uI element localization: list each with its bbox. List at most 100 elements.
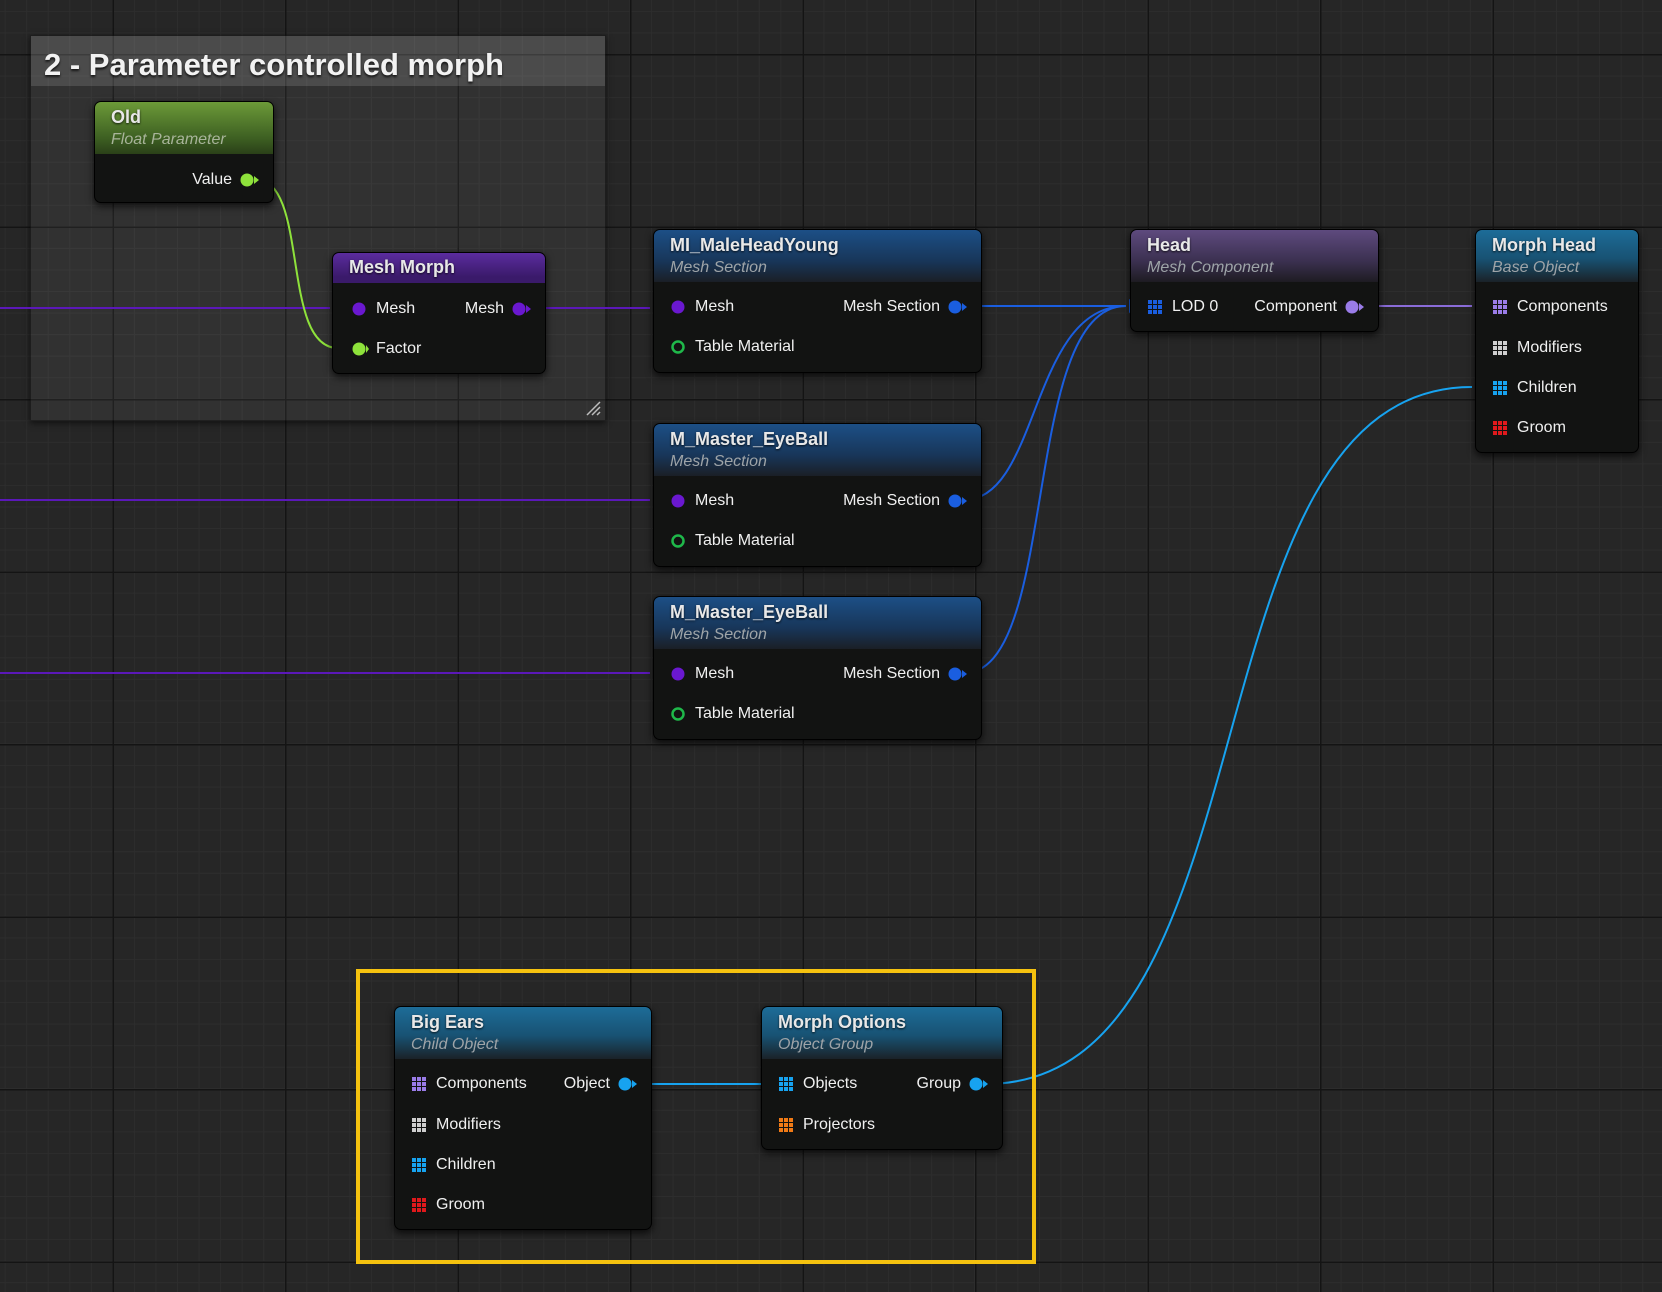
node-big-ears[interactable]: Big Ears Child Object Components Modifie…: [394, 1006, 652, 1230]
pin-components-in[interactable]: Components: [409, 1073, 527, 1095]
pin-mesh-section-out[interactable]: Mesh Section: [843, 663, 967, 685]
grid-array-pin-icon[interactable]: [776, 1118, 796, 1132]
pin-label: Mesh: [695, 298, 735, 315]
pin-mesh-section-out[interactable]: Mesh Section: [843, 296, 967, 318]
node-header: Morph Head Base Object: [1476, 230, 1638, 282]
pin-groom-in[interactable]: Groom: [1490, 417, 1566, 439]
pin-label: Mesh Section: [843, 298, 940, 315]
mesh-section-pin-icon[interactable]: [947, 667, 967, 681]
grid-array-pin-icon[interactable]: [1490, 341, 1510, 355]
pin-mesh-in[interactable]: Mesh: [668, 663, 734, 685]
wire-section-2: [963, 305, 1127, 501]
node-subtitle: Mesh Component: [1147, 259, 1274, 276]
node-title: Mesh Morph: [349, 257, 455, 277]
pin-children-in[interactable]: Children: [1490, 377, 1577, 399]
pin-label: Modifiers: [436, 1116, 501, 1133]
node-subtitle: Child Object: [411, 1036, 499, 1053]
material-pin-icon[interactable]: [668, 534, 688, 548]
grid-array-pin-icon[interactable]: [1145, 300, 1165, 314]
pin-objects-in[interactable]: Objects: [776, 1073, 857, 1095]
pin-modifiers-in[interactable]: Modifiers: [409, 1114, 501, 1136]
wire-group: [985, 386, 1473, 1085]
node-subtitle: Mesh Section: [670, 259, 767, 276]
pin-mesh-in[interactable]: Mesh: [668, 490, 734, 512]
node-m-master-eyeball[interactable]: M_Master_EyeBall Mesh Section Mesh Table…: [653, 423, 982, 567]
node-subtitle: Float Parameter: [111, 131, 226, 148]
pin-label: Table Material: [695, 338, 795, 355]
pin-mesh-out[interactable]: Mesh: [465, 298, 531, 320]
grid-array-pin-icon[interactable]: [1490, 300, 1510, 314]
node-header: Old Float Parameter: [95, 102, 273, 154]
node-header: M_Master_EyeBall Mesh Section: [654, 424, 981, 476]
pin-components-in[interactable]: Components: [1490, 296, 1608, 318]
pin-label: Groom: [1517, 419, 1566, 436]
material-pin-icon[interactable]: [668, 707, 688, 721]
grid-array-pin-icon[interactable]: [776, 1077, 796, 1091]
node-morph-options[interactable]: Morph Options Object Group Objects Proje…: [761, 1006, 1003, 1150]
resize-handle-icon[interactable]: [585, 400, 601, 416]
mesh-pin-icon[interactable]: [668, 300, 688, 314]
node-header: Mesh Morph: [333, 253, 545, 283]
pin-label: Mesh Section: [843, 665, 940, 682]
float-pin-icon[interactable]: [239, 173, 259, 187]
pin-mesh-in[interactable]: Mesh: [349, 298, 415, 320]
mesh-section-pin-icon[interactable]: [947, 300, 967, 314]
object-pin-icon[interactable]: [617, 1077, 637, 1091]
pin-mesh-in[interactable]: Mesh: [668, 296, 734, 318]
pin-children-in[interactable]: Children: [409, 1154, 496, 1176]
grid-array-pin-icon[interactable]: [409, 1118, 429, 1132]
node-m-master-eyeball[interactable]: M_Master_EyeBall Mesh Section Mesh Table…: [653, 596, 982, 740]
pin-label: Modifiers: [1517, 339, 1582, 356]
pin-label: Objects: [803, 1075, 858, 1092]
pin-table-material-in[interactable]: Table Material: [668, 530, 795, 552]
object-pin-icon[interactable]: [968, 1077, 988, 1091]
grid-array-pin-icon[interactable]: [1490, 421, 1510, 435]
material-pin-icon[interactable]: [668, 340, 688, 354]
mesh-section-pin-icon[interactable]: [947, 494, 967, 508]
pin-label: Components: [1517, 298, 1608, 315]
mesh-pin-icon[interactable]: [349, 302, 369, 316]
float-pin-icon[interactable]: [349, 342, 369, 356]
grid-array-pin-icon[interactable]: [409, 1077, 429, 1091]
pin-lod0-in[interactable]: LOD 0: [1145, 296, 1218, 318]
grid-array-pin-icon[interactable]: [409, 1158, 429, 1172]
pin-group-out[interactable]: Group: [917, 1073, 988, 1095]
node-mi-male-head-young[interactable]: MI_MaleHeadYoung Mesh Section Mesh Table…: [653, 229, 982, 373]
mesh-pin-icon[interactable]: [668, 494, 688, 508]
node-head[interactable]: Head Mesh Component LOD 0 Component: [1130, 229, 1379, 332]
mesh-pin-icon[interactable]: [668, 667, 688, 681]
node-mesh-morph[interactable]: Mesh Morph Mesh Factor Mesh: [332, 252, 546, 374]
node-header: M_Master_EyeBall Mesh Section: [654, 597, 981, 649]
node-header: Big Ears Child Object: [395, 1007, 651, 1059]
node-title: M_Master_EyeBall: [670, 602, 829, 622]
pin-table-material-in[interactable]: Table Material: [668, 336, 795, 358]
pin-projectors-in[interactable]: Projectors: [776, 1114, 875, 1136]
pin-modifiers-in[interactable]: Modifiers: [1490, 337, 1582, 359]
node-title: Old: [111, 107, 141, 127]
pin-label: Components: [436, 1075, 527, 1092]
comment-title[interactable]: 2 - Parameter controlled morph: [31, 36, 605, 86]
component-pin-icon[interactable]: [1344, 300, 1364, 314]
pin-table-material-in[interactable]: Table Material: [668, 703, 795, 725]
pin-label: Table Material: [695, 705, 795, 722]
node-subtitle: Mesh Section: [670, 626, 767, 643]
grid-array-pin-icon[interactable]: [409, 1198, 429, 1212]
pin-component-out[interactable]: Component: [1254, 296, 1364, 318]
pin-label: Group: [916, 1075, 961, 1092]
node-title: MI_MaleHeadYoung: [670, 235, 839, 255]
pin-label: Mesh: [695, 492, 735, 509]
node-morph-head[interactable]: Morph Head Base Object Components Modifi…: [1475, 229, 1639, 453]
pin-groom-in[interactable]: Groom: [409, 1194, 485, 1216]
pin-value-out[interactable]: Value: [192, 169, 259, 191]
node-old[interactable]: Old Float Parameter Value: [94, 101, 274, 203]
pin-label: LOD 0: [1172, 298, 1219, 315]
pin-label: Children: [1517, 379, 1577, 396]
pin-factor-in[interactable]: Factor: [349, 338, 421, 360]
pin-label: Component: [1254, 298, 1337, 315]
grid-array-pin-icon[interactable]: [1490, 381, 1510, 395]
pin-mesh-section-out[interactable]: Mesh Section: [843, 490, 967, 512]
mesh-pin-icon[interactable]: [511, 302, 531, 316]
pin-object-out[interactable]: Object: [564, 1073, 637, 1095]
node-title: Morph Head: [1492, 235, 1597, 255]
pin-label: Mesh: [376, 300, 416, 317]
